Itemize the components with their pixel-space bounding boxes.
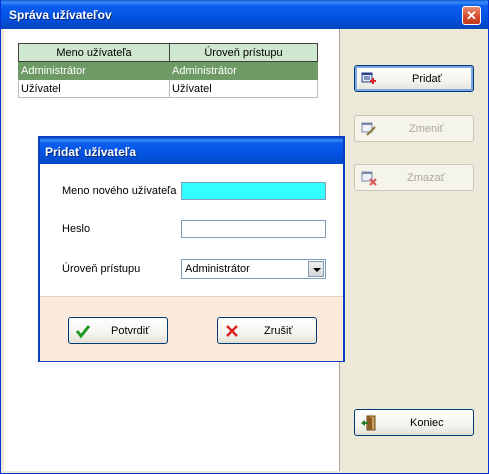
add-user-button[interactable]: Pridať: [354, 65, 474, 92]
username-field[interactable]: [181, 182, 326, 200]
edit-user-label: Zmeniť: [409, 122, 444, 135]
table-cell-username[interactable]: Administrátor: [18, 61, 170, 80]
table-header-row: Meno užívateľa Úroveň prístupu: [18, 43, 318, 62]
delete-user-label: Zmazať: [407, 171, 445, 184]
users-table: Meno užívateľa Úroveň prístupu Administr…: [18, 43, 318, 98]
actions-panel: [342, 29, 487, 471]
add-user-icon: [361, 72, 376, 84]
confirm-button[interactable]: Potvrdiť: [68, 317, 168, 344]
cancel-button[interactable]: Zrušiť: [217, 317, 317, 344]
cancel-label: Zrušiť: [264, 324, 293, 337]
edit-user-button[interactable]: Zmeniť: [354, 115, 474, 142]
access-level-value: Administrátor: [185, 263, 250, 275]
dialog-title: Pridať užívateľa: [45, 145, 137, 159]
access-level-select[interactable]: Administrátor: [181, 259, 326, 279]
cross-icon: [226, 324, 238, 337]
dialog-footer: Potvrdiť Zrušiť: [40, 296, 343, 361]
table-cell-username[interactable]: Užívatel: [18, 79, 170, 98]
dialog-title-bar[interactable]: Pridať užívateľa: [40, 138, 343, 164]
close-icon: ✕: [466, 8, 477, 23]
password-label: Heslo: [62, 223, 91, 235]
dialog-form: Meno nového užívateľa Heslo Úroveň príst…: [40, 164, 343, 296]
close-window-button[interactable]: ✕: [462, 6, 481, 25]
table-cell-access-level[interactable]: Užívatel: [169, 79, 318, 98]
chevron-down-icon[interactable]: [308, 261, 324, 277]
column-header-username[interactable]: Meno užívateľa: [18, 43, 170, 62]
delete-user-button[interactable]: Zmazať: [354, 164, 474, 191]
username-label: Meno nového užívateľa: [62, 185, 177, 197]
user-management-window: Správa užívateľov ✕ Meno užívateľa Úrove…: [0, 0, 489, 474]
table-row[interactable]: Užívatel Užívatel: [18, 79, 318, 98]
confirm-label: Potvrdiť: [111, 324, 150, 337]
table-cell-access-level[interactable]: Administrátor: [169, 61, 318, 80]
edit-user-icon: [361, 122, 376, 136]
close-label: Koniec: [410, 416, 444, 429]
column-header-access-level[interactable]: Úroveň prístupu: [169, 43, 318, 62]
access-level-label: Úroveň prístupu: [62, 263, 141, 275]
close-button[interactable]: Koniec: [354, 409, 474, 436]
exit-door-icon: [361, 415, 376, 430]
password-field[interactable]: [181, 220, 326, 238]
checkmark-icon: [75, 324, 91, 338]
add-user-dialog: Pridať užívateľa Meno nového užívateľa H…: [38, 136, 345, 362]
window-title: Správa užívateľov: [9, 8, 112, 22]
title-bar[interactable]: Správa užívateľov ✕: [1, 0, 488, 29]
add-user-label: Pridať: [412, 72, 442, 85]
table-row[interactable]: Administrátor Administrátor: [18, 61, 318, 80]
delete-user-icon: [361, 171, 377, 186]
